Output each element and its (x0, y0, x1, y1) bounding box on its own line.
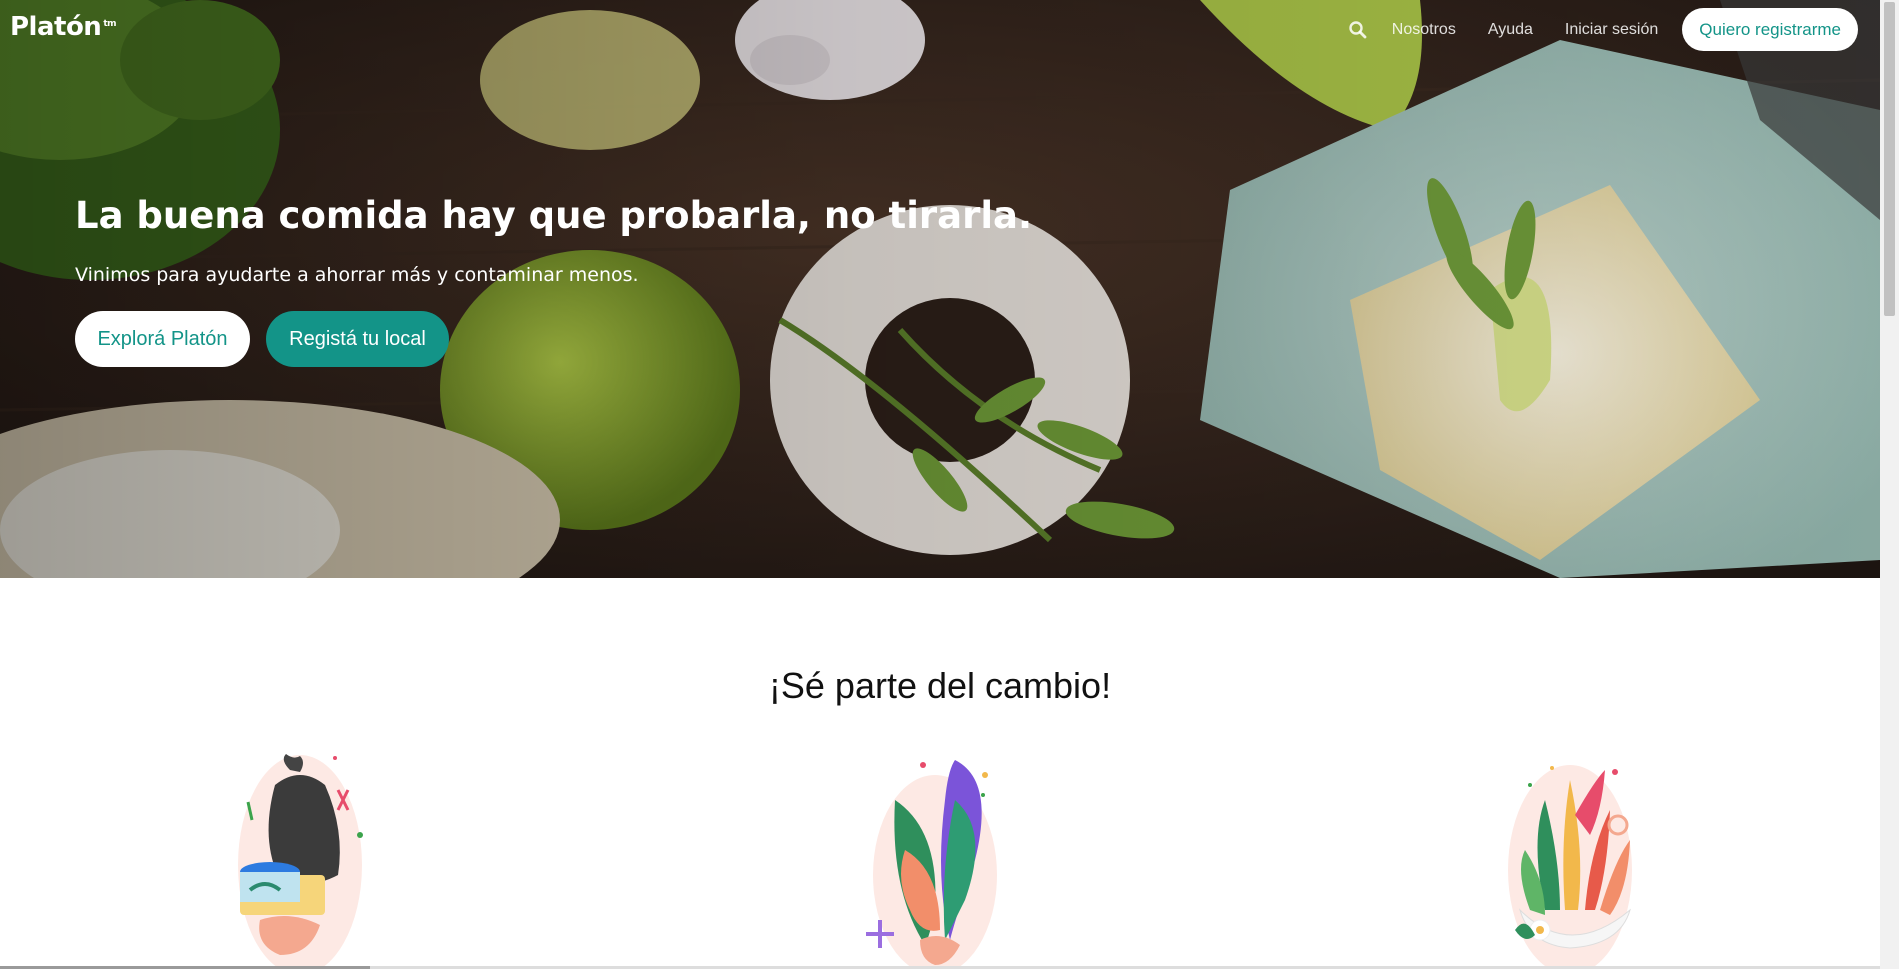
hero-section: Platón tm Nosotros Ayuda Iniciar sesión … (0, 0, 1880, 578)
register-cta-button[interactable]: Quiero registrarme (1682, 8, 1858, 51)
leaves-plant-illustration (866, 760, 997, 969)
hero-overlay (0, 0, 1880, 578)
top-nav: Nosotros Ayuda Iniciar sesión Quiero reg… (1348, 7, 1858, 52)
logo-text: Platón (10, 12, 102, 42)
salad-bowl-illustration (1508, 765, 1632, 969)
nav-link-nosotros[interactable]: Nosotros (1392, 21, 1456, 39)
hero-title: La buena comida hay que probarla, no tir… (75, 194, 1033, 237)
register-local-button[interactable]: Registá tu local (266, 311, 449, 367)
search-icon[interactable] (1348, 20, 1368, 40)
hero-subtitle: Vinimos para ayudarte a ahorrar más y co… (75, 264, 639, 286)
brand-logo[interactable]: Platón tm (10, 12, 117, 42)
nav-link-iniciar-sesion[interactable]: Iniciar sesión (1565, 21, 1658, 39)
trash-bag-and-food-container-illustration (238, 754, 363, 969)
logo-trademark: tm (103, 19, 117, 29)
vertical-scrollbar[interactable] (1880, 0, 1899, 969)
section-title: ¡Sé parte del cambio! (768, 665, 1112, 706)
scrollbar-thumb[interactable] (1884, 2, 1895, 316)
page: Platón tm Nosotros Ayuda Iniciar sesión … (0, 0, 1899, 969)
explore-platon-button[interactable]: Explorá Platón (75, 311, 250, 367)
nav-link-ayuda[interactable]: Ayuda (1488, 21, 1533, 39)
